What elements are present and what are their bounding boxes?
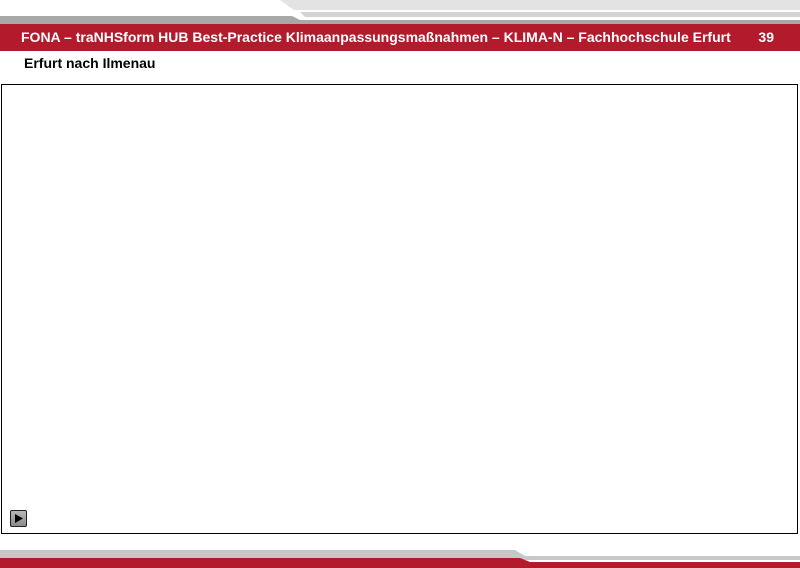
bottom-decoration <box>0 550 800 568</box>
page-number: 39 <box>758 29 774 45</box>
header-bar: FONA – traNHSform HUB Best-Practice Klim… <box>0 24 800 51</box>
play-button[interactable] <box>10 510 27 527</box>
presentation-title: FONA – traNHSform HUB Best-Practice Klim… <box>21 29 731 45</box>
top-decoration <box>0 0 800 24</box>
slide-subtitle: Erfurt nach Ilmenau <box>24 55 156 71</box>
media-frame <box>1 84 798 534</box>
play-icon <box>15 514 23 523</box>
